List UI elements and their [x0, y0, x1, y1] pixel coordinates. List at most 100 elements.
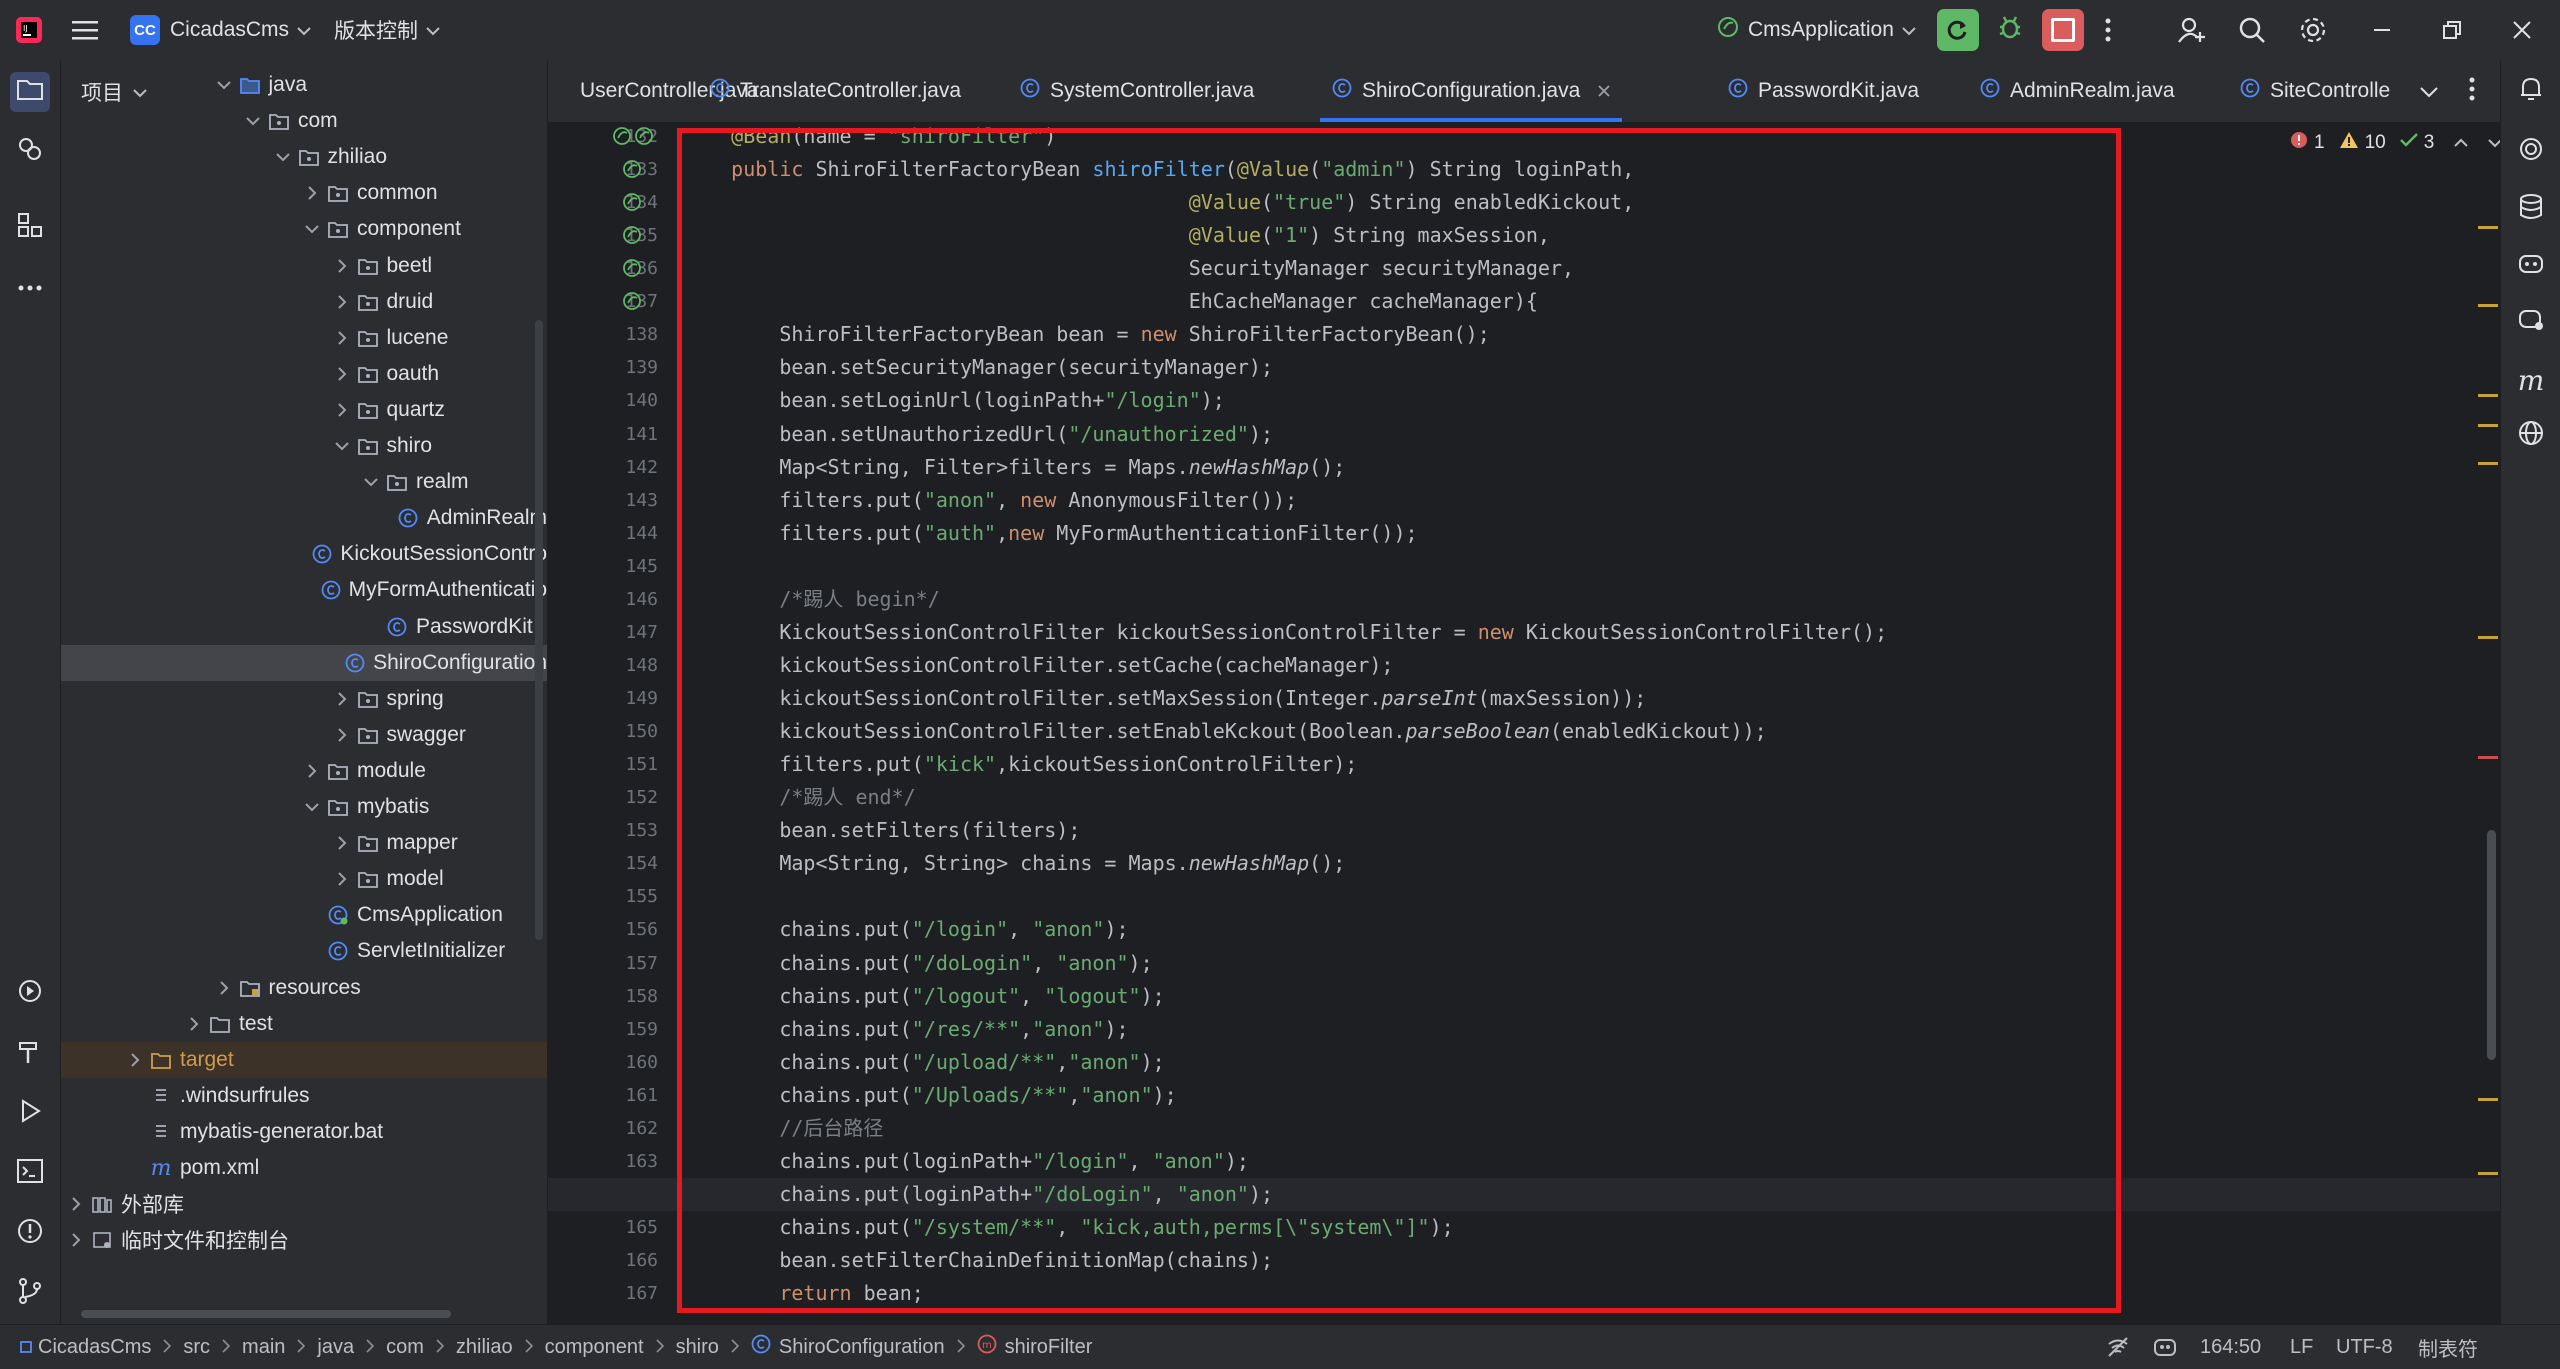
chevron-down-icon[interactable]	[213, 74, 235, 96]
project-vertical-scrollbar[interactable]	[535, 320, 543, 940]
chevron-right-icon[interactable]	[65, 1193, 87, 1215]
indent-setting[interactable]: 制表符	[2418, 1333, 2478, 1362]
rerun-button[interactable]	[1937, 0, 1979, 60]
translate-tool-button[interactable]	[2511, 416, 2551, 456]
restore-window-icon[interactable]	[2442, 0, 2462, 60]
code-line[interactable]: chains.put(loginPath+"/doLogin", "anon")…	[683, 1178, 1273, 1211]
tree-item[interactable]: module	[61, 753, 547, 789]
editor-tab[interactable]: TranslateController.java	[698, 60, 973, 122]
code-line[interactable]: @Bean(name = "shiroFilter")	[683, 123, 1056, 153]
minimize-window-icon[interactable]	[2372, 0, 2392, 60]
spring-bean-gutter-icon[interactable]	[622, 192, 642, 212]
error-stripe-marker[interactable]	[2478, 756, 2498, 759]
warning-stripe-marker[interactable]	[2478, 226, 2498, 229]
warning-stripe-marker[interactable]	[2478, 1098, 2498, 1101]
chevron-right-icon[interactable]	[331, 291, 353, 313]
chevron-right-icon[interactable]	[124, 1049, 146, 1071]
code-line[interactable]: Map<String, String> chains = Maps.newHas…	[683, 847, 1345, 880]
tree-item[interactable]: MyFormAuthenticatio	[61, 572, 547, 608]
chevron-right-icon[interactable]	[301, 760, 323, 782]
close-tab-icon[interactable]	[1598, 79, 1610, 103]
tree-item[interactable]: mapper	[61, 825, 547, 861]
services-tool-button[interactable]	[10, 974, 50, 1014]
chevron-down-icon[interactable]	[331, 435, 353, 457]
tree-item[interactable]: component	[61, 211, 547, 247]
breadcrumb-item[interactable]: com	[386, 1336, 424, 1359]
warning-stripe-marker[interactable]	[2478, 636, 2498, 639]
structure-tool-button[interactable]	[10, 208, 50, 248]
tree-item[interactable]: 临时文件和控制台	[61, 1222, 547, 1258]
git-tool-button[interactable]	[10, 1274, 50, 1314]
editor-tab[interactable]: AdminRealm.java	[1968, 60, 2187, 122]
tree-item[interactable]: target	[61, 1041, 547, 1078]
chevron-right-icon[interactable]	[331, 868, 353, 890]
editor-tab[interactable]: SiteControlle	[2228, 60, 2402, 122]
code-line[interactable]: chains.put("/logout", "logout");	[683, 980, 1164, 1013]
code-line[interactable]: chains.put("/Uploads/**","anon");	[683, 1079, 1176, 1112]
tree-item[interactable]: oauth	[61, 356, 547, 392]
project-tool-button[interactable]	[10, 72, 50, 112]
cursor-position[interactable]: 164:50	[2200, 1336, 2261, 1359]
code-line[interactable]: bean.setLoginUrl(loginPath+"/login");	[683, 384, 1225, 417]
copilot-chat-tool-button[interactable]	[2511, 302, 2551, 342]
copilot-tool-button[interactable]	[2511, 246, 2551, 286]
stop-button[interactable]	[2042, 0, 2084, 60]
tree-item[interactable]: druid	[61, 284, 547, 320]
tree-item[interactable]: quartz	[61, 392, 547, 428]
more-actions-icon[interactable]	[2104, 0, 2112, 60]
code-line[interactable]: chains.put("/upload/**","anon");	[683, 1046, 1164, 1079]
maven-tool-button[interactable]: m	[2511, 360, 2551, 400]
spring-bean-gutter-icon[interactable]	[612, 126, 632, 146]
tree-item[interactable]: .windsurfrules	[61, 1078, 547, 1114]
warning-stripe-marker[interactable]	[2478, 304, 2498, 307]
debug-button[interactable]	[1996, 0, 2024, 60]
editor-vertical-scrollbar[interactable]	[2487, 830, 2496, 1060]
chevron-right-icon[interactable]	[331, 688, 353, 710]
breadcrumb-item[interactable]: zhiliao	[456, 1336, 513, 1359]
project-selector[interactable]: CC CicadasCms	[130, 0, 311, 60]
breadcrumb-item[interactable]: main	[242, 1336, 285, 1359]
tree-item[interactable]: java	[61, 67, 547, 103]
tree-item[interactable]: zhiliao	[61, 139, 547, 175]
code-line[interactable]: //后台路径	[683, 1112, 883, 1145]
code-editor[interactable]: 132 133 134 135 136 137 138 139 140 141 142 143 144 1…	[548, 123, 2500, 1324]
tree-item[interactable]: model	[61, 861, 547, 897]
code-line[interactable]: bean.setFilters(filters);	[683, 814, 1080, 847]
editor-tab[interactable]: SystemController.java	[1008, 60, 1266, 122]
chevron-right-icon[interactable]	[213, 977, 235, 999]
warning-stripe-marker[interactable]	[2478, 394, 2498, 397]
tree-item[interactable]: resources	[61, 970, 547, 1006]
ai-assistant-tool-button[interactable]	[2511, 132, 2551, 172]
chevron-down-icon[interactable]	[360, 471, 382, 493]
vcs-menu[interactable]: 版本控制	[334, 0, 440, 60]
tree-item[interactable]: mybatis	[61, 789, 547, 825]
code-line[interactable]: filters.put("auth",new MyFormAuthenticat…	[683, 517, 1417, 550]
code-line[interactable]: SecurityManager securityManager,	[683, 252, 1574, 285]
chevron-right-icon[interactable]	[331, 832, 353, 854]
code-line[interactable]: kickoutSessionControlFilter.setMaxSessio…	[683, 682, 1646, 715]
tab-more-icon[interactable]	[2468, 76, 2476, 108]
breadcrumb-item[interactable]: ShiroConfiguration	[751, 1334, 945, 1360]
close-window-icon[interactable]	[2512, 0, 2532, 60]
tab-list-dropdown-icon[interactable]	[2420, 80, 2438, 104]
chevron-right-icon[interactable]	[331, 724, 353, 746]
settings-gear-icon[interactable]	[2298, 0, 2328, 60]
tree-item[interactable]: 外部库	[61, 1186, 547, 1222]
more-tools-button[interactable]	[10, 266, 50, 306]
code-line[interactable]: chains.put("/doLogin", "anon");	[683, 947, 1152, 980]
project-horizontal-scrollbar[interactable]	[81, 1310, 451, 1318]
code-line[interactable]: filters.put("anon", new AnonymousFilter(…	[683, 484, 1297, 517]
code-line[interactable]: chains.put(loginPath+"/login", "anon");	[683, 1145, 1249, 1178]
chevron-down-icon[interactable]	[301, 796, 323, 818]
breadcrumb-item[interactable]: component	[545, 1336, 644, 1359]
chevron-down-icon[interactable]	[272, 146, 294, 168]
code-line[interactable]: Map<String, Filter>filters = Maps.newHas…	[683, 451, 1345, 484]
breadcrumb-item[interactable]: m shiroFilter	[977, 1334, 1092, 1360]
tree-item[interactable]: test	[61, 1006, 547, 1042]
breadcrumb-item[interactable]: shiro	[676, 1336, 719, 1359]
warning-stripe-marker[interactable]	[2478, 1172, 2498, 1175]
problems-tool-button[interactable]	[10, 1214, 50, 1254]
tree-item[interactable]: PasswordKit	[61, 609, 547, 645]
code-line[interactable]: public ShiroFilterFactoryBean shiroFilte…	[683, 153, 1634, 186]
code-line[interactable]: /*踢人 end*/	[683, 781, 915, 814]
